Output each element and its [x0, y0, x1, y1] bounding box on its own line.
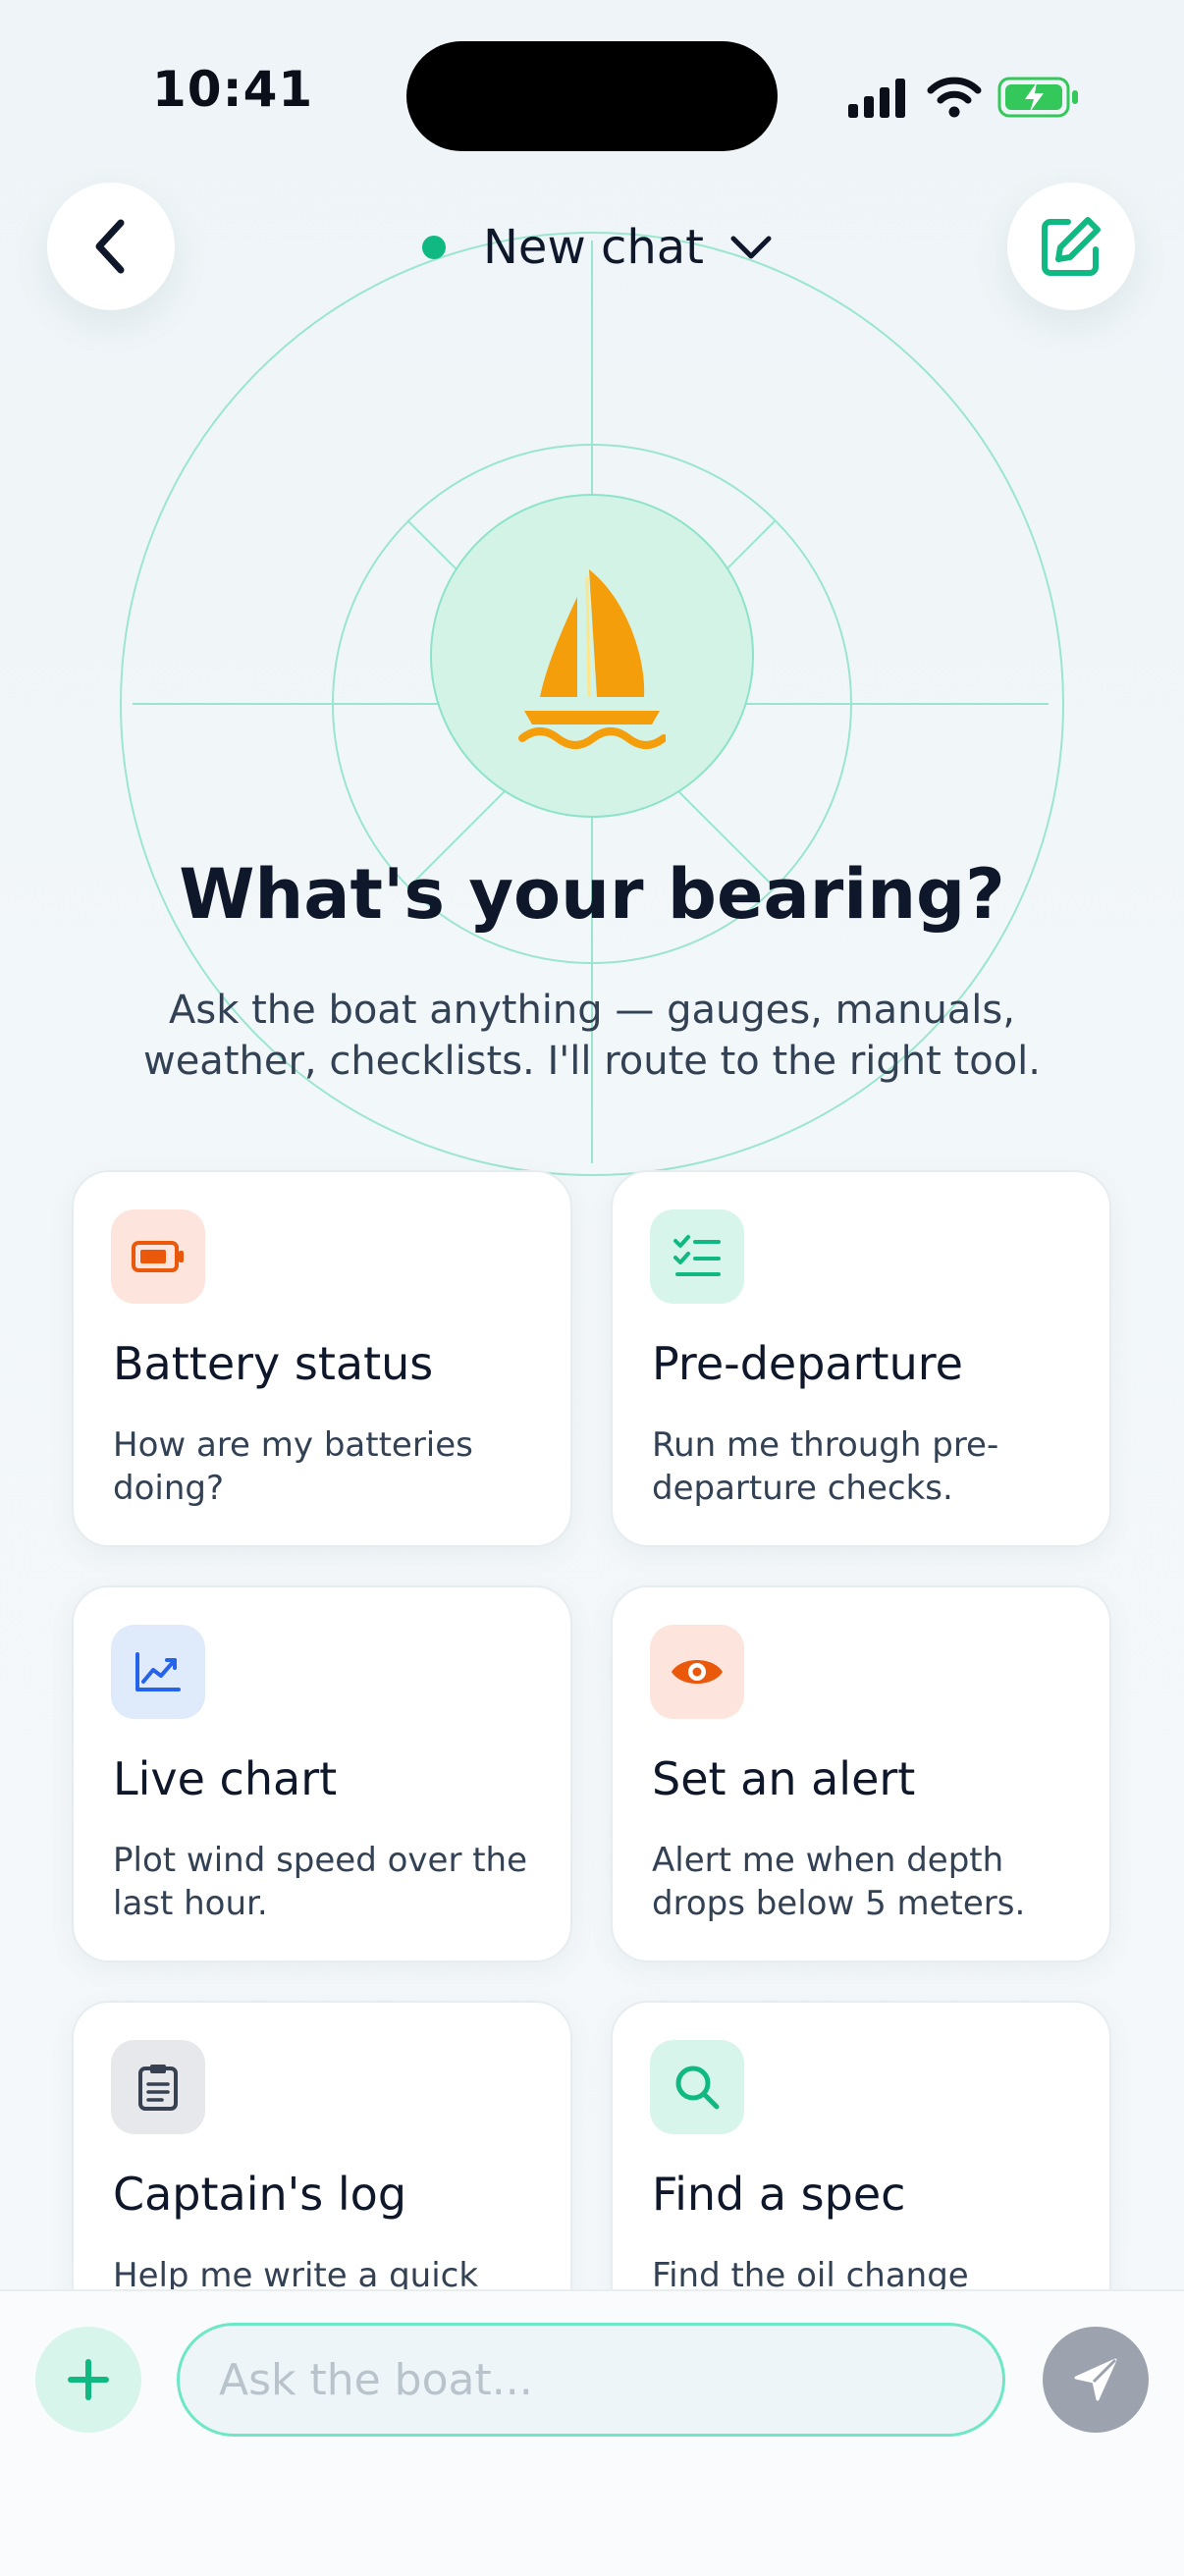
- hero-title: What's your bearing?: [179, 854, 1005, 935]
- cellular-signal-icon: [848, 79, 905, 118]
- checklist-icon: [673, 1235, 721, 1276]
- chevron-left-icon: [95, 219, 125, 274]
- compose-icon: [1042, 217, 1101, 276]
- sailboat-icon: [518, 569, 666, 749]
- card-title: Captain's log: [113, 2168, 407, 2221]
- card-title: Find a spec: [652, 2168, 906, 2221]
- suggestion-card-battery-status[interactable]: Battery status How are my batteries doin…: [72, 1170, 572, 1547]
- card-icon-container: [650, 1209, 744, 1304]
- card-description: Alert me when depth drops below 5 meters…: [652, 1841, 1026, 1923]
- send-icon: [1074, 2358, 1117, 2401]
- card-title: Live chart: [113, 1752, 338, 1805]
- line-chart-icon: [135, 1652, 181, 1691]
- card-description: How are my batteries doing?: [113, 1425, 473, 1508]
- new-chat-button[interactable]: [1007, 183, 1135, 310]
- suggestion-card-set-alert[interactable]: Set an alert Alert me when depth drops b…: [611, 1585, 1111, 1962]
- hero-subtitle: Ask the boat anything — gauges, manuals,…: [101, 985, 1083, 1087]
- suggestion-card-pre-departure[interactable]: Pre-departure Run me through pre-departu…: [611, 1170, 1111, 1547]
- card-description: Plot wind speed over the last hour.: [113, 1841, 528, 1923]
- plus-icon: [68, 2359, 109, 2400]
- dynamic-island: [406, 41, 778, 151]
- hero-subtitle-line-2: weather, checklists. I'll route to the r…: [142, 1039, 1041, 1084]
- card-icon-container: [650, 2040, 744, 2134]
- battery-charging-icon: [997, 77, 1078, 118]
- card-description: Run me through pre-departure checks.: [652, 1425, 999, 1508]
- send-button[interactable]: [1043, 2327, 1149, 2433]
- card-title: Pre-departure: [652, 1337, 963, 1390]
- status-time: 10:41: [152, 61, 314, 118]
- hero-subtitle-line-1: Ask the boat anything — gauges, manuals,: [169, 988, 1015, 1033]
- card-icon-container: [650, 1625, 744, 1719]
- message-input[interactable]: [177, 2323, 1005, 2437]
- card-icon-container: [111, 2040, 205, 2134]
- wifi-icon: [927, 77, 982, 118]
- add-attachment-button[interactable]: [35, 2327, 141, 2433]
- chat-title-dropdown[interactable]: New chat: [422, 212, 773, 283]
- search-icon: [675, 2066, 720, 2110]
- card-title: Set an alert: [652, 1752, 916, 1805]
- card-icon-container: [111, 1209, 205, 1304]
- chevron-down-icon: [730, 236, 772, 259]
- card-title: Battery status: [113, 1337, 434, 1390]
- suggestion-card-live-chart[interactable]: Live chart Plot wind speed over the last…: [72, 1585, 572, 1962]
- card-icon-container: [111, 1625, 205, 1719]
- back-button[interactable]: [47, 183, 175, 310]
- online-status-dot: [422, 236, 446, 259]
- battery-icon: [132, 1241, 184, 1272]
- chat-title: New chat: [483, 220, 704, 275]
- eye-icon: [672, 1660, 723, 1684]
- clipboard-icon: [138, 2065, 178, 2111]
